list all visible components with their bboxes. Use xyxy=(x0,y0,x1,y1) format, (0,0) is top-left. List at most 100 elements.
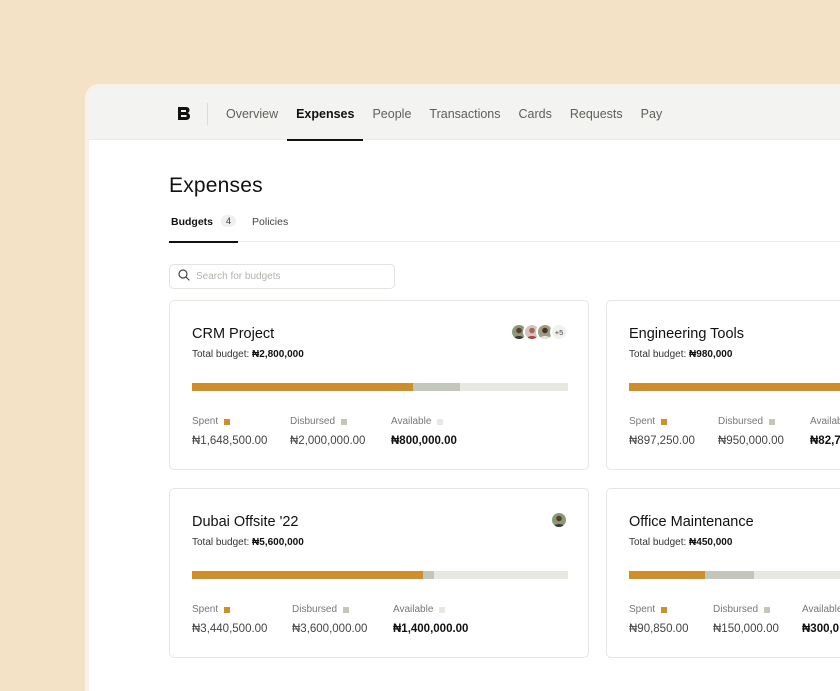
stat-available-label: Available xyxy=(393,604,434,615)
top-nav-bar: Overview Expenses People Transactions Ca… xyxy=(89,88,840,141)
stat-spent-label: Spent xyxy=(192,416,219,427)
budget-progress-bar xyxy=(192,571,568,579)
bar-disbursed-segment xyxy=(413,383,461,391)
tab-policies-label: Policies xyxy=(252,216,289,228)
main-nav: Overview Expenses People Transactions Ca… xyxy=(217,88,672,141)
nav-item-pay[interactable]: Pay xyxy=(632,88,672,140)
total-budget: Total budget: ₦5,600,000 xyxy=(192,537,304,548)
stat-available-label: Available xyxy=(391,416,432,427)
total-budget-value: ₦980,000 xyxy=(689,349,733,360)
budget-progress-bar xyxy=(629,383,840,391)
stat-available: Available ₦800,000.00 xyxy=(391,416,457,447)
stat-spent: Spent ₦3,440,500.00 xyxy=(192,604,267,635)
stat-spent-value: ₦3,440,500.00 xyxy=(192,623,268,635)
stat-disbursed-value: ₦2,000,000.00 xyxy=(290,435,366,447)
nav-item-transactions[interactable]: Transactions xyxy=(420,88,509,140)
total-budget-label: Total budget: xyxy=(629,349,687,360)
stat-spent-value: ₦897,250.00 xyxy=(629,435,695,447)
budgets-count-badge: 4 xyxy=(221,215,237,227)
stat-available-value: ₦1,400,000.00 xyxy=(393,623,469,635)
stat-disbursed-label: Disbursed xyxy=(713,604,759,615)
budget-progress-bar xyxy=(192,383,568,391)
disbursed-swatch xyxy=(341,418,348,425)
stat-disbursed: Disbursed ₦950,000.00 xyxy=(718,416,784,447)
budget-card-engineering-tools[interactable]: Engineering Tools Total budget: ₦980,000… xyxy=(606,300,840,470)
budget-name: Dubai Offsite '22 xyxy=(192,514,299,530)
tabs: Budgets 4 Policies xyxy=(169,215,840,243)
bar-spent-segment xyxy=(629,383,840,391)
nav-item-requests[interactable]: Requests xyxy=(561,88,632,140)
search-input[interactable] xyxy=(196,271,376,282)
budget-card-crm-project[interactable]: CRM Project +5 Total budget: ₦2,800,000 … xyxy=(169,300,589,470)
stat-spent-label: Spent xyxy=(629,416,656,427)
total-budget-label: Total budget: xyxy=(192,349,250,360)
tab-policies[interactable]: Policies xyxy=(250,216,290,242)
stat-available-label: Available xyxy=(810,416,840,427)
nav-item-cards[interactable]: Cards xyxy=(510,88,561,140)
total-budget: Total budget: ₦450,000 xyxy=(629,537,732,548)
brand-logo-icon[interactable] xyxy=(173,103,195,125)
disbursed-swatch xyxy=(343,606,350,613)
budget-card-office-maintenance[interactable]: Office Maintenance Total budget: ₦450,00… xyxy=(606,488,840,658)
tab-budgets-label: Budgets xyxy=(171,216,213,228)
stat-disbursed-label: Disbursed xyxy=(292,604,338,615)
budget-name: Engineering Tools xyxy=(629,326,745,342)
stat-available-value: ₦82,7 xyxy=(810,435,840,447)
total-budget-label: Total budget: xyxy=(192,537,250,548)
stat-available-value: ₦300,0 xyxy=(802,623,840,635)
stat-disbursed-label: Disbursed xyxy=(718,416,764,427)
stat-spent: Spent ₦90,850.00 xyxy=(629,604,688,635)
stat-spent-label: Spent xyxy=(192,604,219,615)
stat-available: Available ₦1,400,000.00 xyxy=(393,604,468,635)
stat-disbursed-label: Disbursed xyxy=(290,416,336,427)
stat-disbursed-value: ₦3,600,000.00 xyxy=(292,623,368,635)
stat-available-label: Available xyxy=(802,604,840,615)
budget-name: Office Maintenance xyxy=(629,514,754,530)
budget-name: CRM Project xyxy=(192,326,275,342)
bar-spent-segment xyxy=(192,383,414,391)
stat-disbursed: Disbursed ₦3,600,000.00 xyxy=(292,604,367,635)
search-icon xyxy=(178,268,190,286)
stat-available: Available ₦82,7 xyxy=(810,416,840,447)
nav-item-expenses[interactable]: Expenses xyxy=(287,88,364,141)
bar-disbursed-segment xyxy=(704,571,755,579)
bar-spent-segment xyxy=(192,571,423,579)
stat-disbursed: Disbursed ₦150,000.00 xyxy=(713,604,779,635)
member-avatars[interactable] xyxy=(550,511,568,529)
tab-budgets[interactable]: Budgets 4 xyxy=(169,215,239,243)
available-swatch xyxy=(439,606,446,613)
member-avatars[interactable]: +5 xyxy=(510,323,568,341)
spent-swatch xyxy=(224,606,231,613)
stat-available: Available ₦300,0 xyxy=(802,604,840,635)
total-budget: Total budget: ₦2,800,000 xyxy=(192,349,304,360)
budget-progress-bar xyxy=(629,571,840,579)
bar-spent-segment xyxy=(629,571,705,579)
total-budget: Total budget: ₦980,000 xyxy=(629,349,732,360)
stat-spent-value: ₦1,648,500.00 xyxy=(192,435,268,447)
stat-available-value: ₦800,000.00 xyxy=(391,435,457,447)
nav-item-overview[interactable]: Overview xyxy=(217,88,287,140)
stat-disbursed-value: ₦950,000.00 xyxy=(718,435,784,447)
total-budget-value: ₦450,000 xyxy=(689,537,733,548)
total-budget-value: ₦5,600,000 xyxy=(252,537,304,548)
app-window: Overview Expenses People Transactions Ca… xyxy=(85,84,840,691)
spent-swatch xyxy=(661,418,668,425)
stat-spent-value: ₦90,850.00 xyxy=(629,623,689,635)
disbursed-swatch xyxy=(769,418,776,425)
spent-swatch xyxy=(661,606,668,613)
stat-disbursed: Disbursed ₦2,000,000.00 xyxy=(290,416,365,447)
page-title: Expenses xyxy=(169,174,263,197)
budget-card-dubai-offsite[interactable]: Dubai Offsite '22 Total budget: ₦5,600,0… xyxy=(169,488,589,658)
search-box[interactable] xyxy=(169,264,395,289)
spent-swatch xyxy=(224,418,231,425)
avatar xyxy=(550,511,568,529)
nav-item-people[interactable]: People xyxy=(363,88,420,140)
available-swatch xyxy=(437,418,444,425)
bar-disbursed-segment xyxy=(422,571,434,579)
total-budget-value: ₦2,800,000 xyxy=(252,349,304,360)
stat-spent: Spent ₦1,648,500.00 xyxy=(192,416,267,447)
stat-disbursed-value: ₦150,000.00 xyxy=(713,623,779,635)
nav-divider xyxy=(207,102,208,125)
stat-spent-label: Spent xyxy=(629,604,656,615)
more-members-badge: +5 xyxy=(550,323,568,341)
